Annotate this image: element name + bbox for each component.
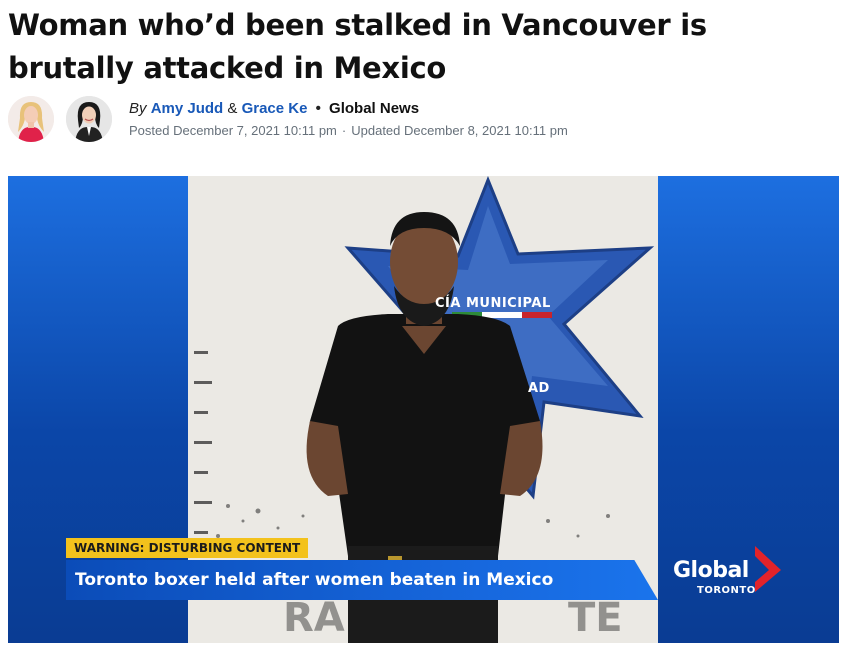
- author-avatar-grace-ke[interactable]: [66, 96, 112, 142]
- byline-authors: By Amy Judd & Grace Ke • Global News: [129, 99, 568, 119]
- author-link-amy-judd[interactable]: Amy Judd: [151, 100, 224, 117]
- byline-meta: By Amy Judd & Grace Ke • Global News Pos…: [129, 99, 568, 140]
- author-link-grace-ke[interactable]: Grace Ke: [242, 100, 308, 117]
- svg-text:TE: TE: [568, 595, 623, 641]
- lower-third-caption: Toronto boxer held after women beaten in…: [75, 570, 554, 590]
- byline-separator: •: [315, 100, 321, 117]
- badge-text-ad: AD: [528, 381, 550, 396]
- global-logo-icon: [755, 546, 781, 592]
- news-lower-third: Toronto boxer held after women beaten in…: [66, 560, 658, 600]
- author-avatar-amy-judd[interactable]: [8, 96, 54, 142]
- global-toronto-logo: Global TORONTO: [673, 544, 793, 604]
- byline: By Amy Judd & Grace Ke • Global News Pos…: [8, 96, 838, 150]
- updated-date: Updated December 8, 2021 10:11 pm: [351, 123, 568, 138]
- featured-video[interactable]: RA TE CÍA MUNICIPAL AD WARNING: DISTURBI…: [8, 176, 839, 643]
- date-separator: ·: [341, 123, 347, 138]
- logo-city: TORONTO: [697, 585, 756, 596]
- content-warning-banner: WARNING: DISTURBING CONTENT: [66, 538, 309, 558]
- posted-date: Posted December 7, 2021 10:11 pm: [129, 123, 337, 138]
- byline-outlet: Global News: [329, 100, 420, 117]
- svg-text:RA: RA: [283, 595, 345, 641]
- logo-wordmark: Global: [673, 558, 749, 583]
- byline-dates: Posted December 7, 2021 10:11 pm · Updated…: [129, 122, 568, 140]
- badge-text-municipal: CÍA MUNICIPAL: [435, 296, 551, 311]
- byline-by: By: [129, 100, 147, 117]
- byline-joiner: &: [227, 100, 238, 117]
- article-headline: Woman who’d been stalked in Vancouver is…: [8, 8, 707, 85]
